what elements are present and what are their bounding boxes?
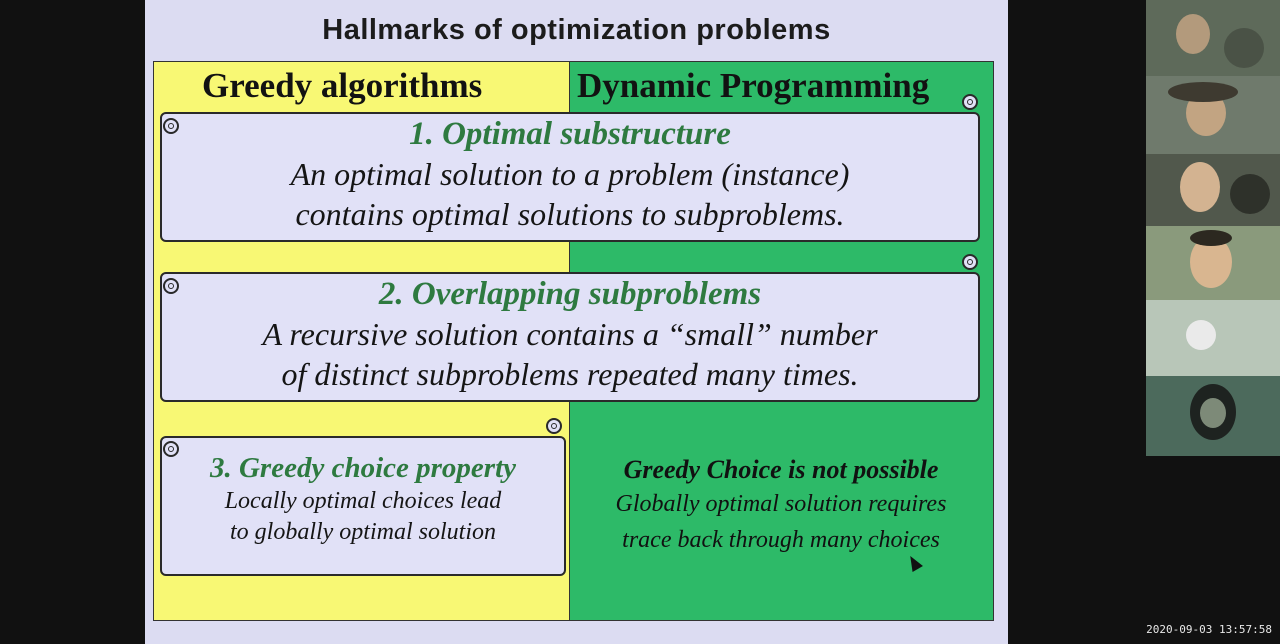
- scroll-curl-icon: [163, 278, 179, 294]
- scroll-overlapping-subproblems: 2. Overlapping subproblems A recursive s…: [160, 272, 980, 402]
- scroll-curl-icon: [163, 118, 179, 134]
- scroll-curl-icon: [163, 441, 179, 457]
- participant-video-tile[interactable]: [1146, 76, 1280, 154]
- participant-video-tile[interactable]: [1146, 0, 1280, 76]
- item3-title: 3. Greedy choice property: [209, 452, 516, 484]
- item2-line1: A recursive solution contains a “small” …: [262, 316, 878, 352]
- participant-video-tile[interactable]: [1146, 154, 1280, 226]
- dp-note-line1: Globally optimal solution requires: [615, 491, 947, 517]
- slide-title: Hallmarks of optimization problems: [322, 14, 831, 46]
- item2-line2: of distinct subproblems repeated many ti…: [281, 356, 859, 392]
- scroll-curl-icon: [962, 254, 978, 270]
- dp-header: Dynamic Programming: [577, 66, 930, 105]
- recording-timestamp: 2020-09-03 13:57:58: [1146, 623, 1272, 636]
- item1-line1: An optimal solution to a problem (instan…: [290, 156, 850, 192]
- item1-line2: contains optimal solutions to subproblem…: [295, 196, 845, 232]
- scroll-optimal-substructure: 1. Optimal substructure An optimal solut…: [160, 112, 980, 242]
- greedy-header: Greedy algorithms: [202, 66, 483, 105]
- item1-title: 1. Optimal substructure: [409, 116, 731, 152]
- dp-note-title: Greedy Choice is not possible: [623, 455, 939, 484]
- participant-video-tile[interactable]: [1146, 226, 1280, 300]
- dp-note: Greedy Choice is not possible Globally o…: [572, 455, 990, 557]
- scroll-curl-icon: [546, 418, 562, 434]
- item2-title: 2. Overlapping subproblems: [378, 276, 762, 312]
- item3-line2: to globally optimal solution: [229, 519, 496, 545]
- participant-video-tile[interactable]: [1146, 300, 1280, 376]
- scroll-curl-icon: [962, 94, 978, 110]
- item3-line1: Locally optimal choices lead: [224, 488, 502, 514]
- scroll-greedy-choice: 3. Greedy choice property Locally optima…: [160, 436, 566, 576]
- dp-note-line2: trace back through many choices: [622, 527, 940, 553]
- participant-video-tile[interactable]: [1146, 376, 1280, 456]
